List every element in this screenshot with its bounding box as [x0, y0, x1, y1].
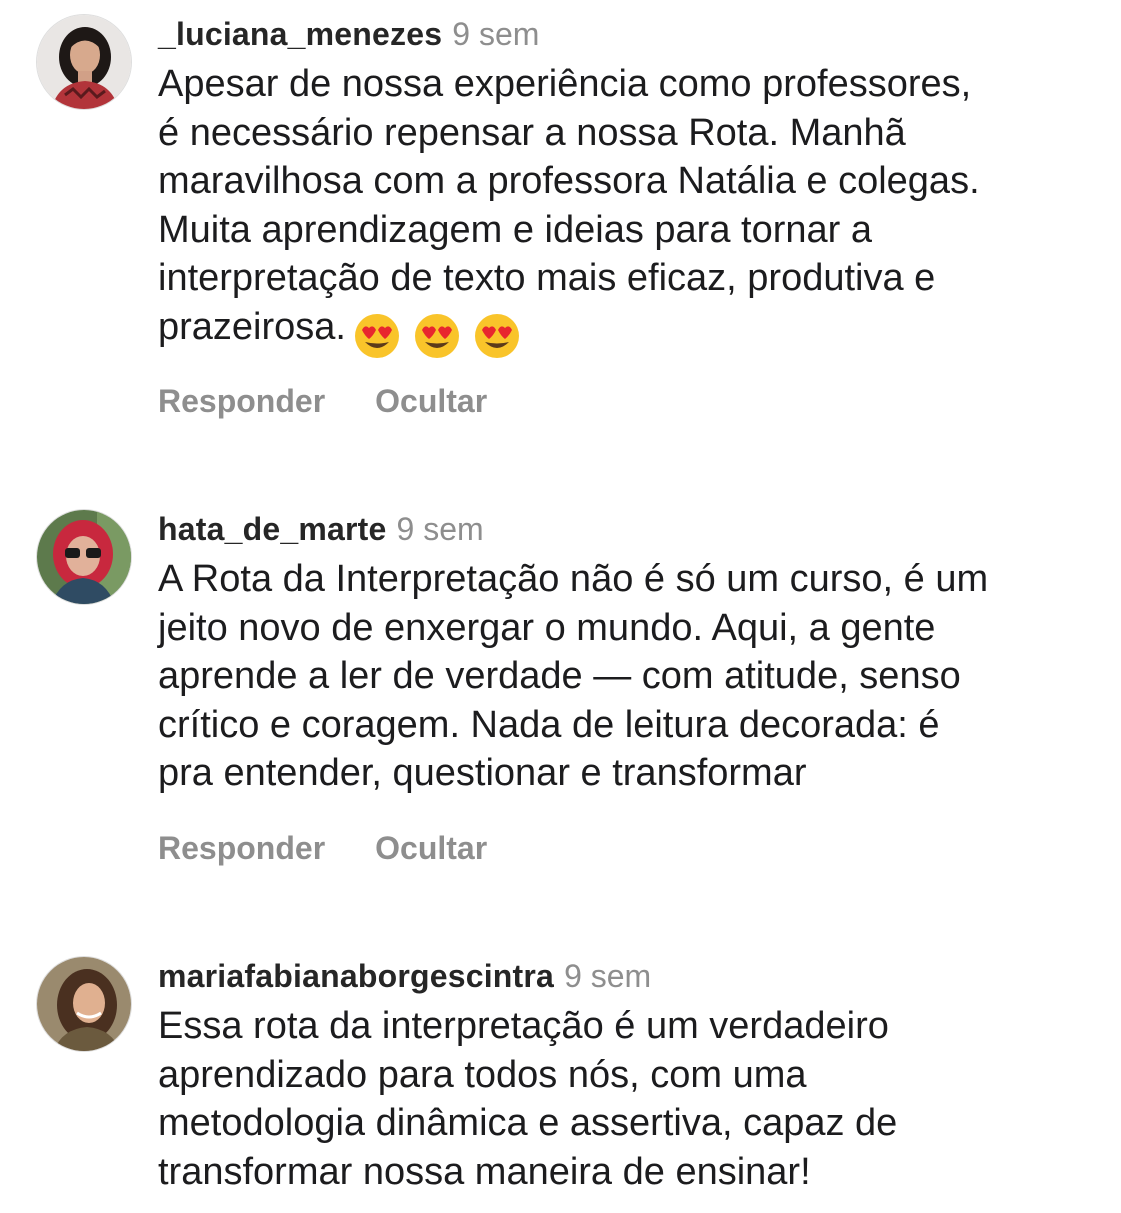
- comment-actions: Responder Ocultar: [158, 381, 537, 428]
- heart-eyes-emoji-icon: [474, 314, 519, 359]
- comment-header: mariafabianaborgescintra 9 sem: [158, 956, 651, 1003]
- timestamp: 9 sem: [396, 511, 484, 547]
- avatar[interactable]: [36, 956, 132, 1052]
- username[interactable]: hata_de_marte: [158, 511, 387, 547]
- comment-body: Essa rota da interpretação é um verdadei…: [158, 1005, 898, 1193]
- comment-header: _luciana_menezes 9 sem: [158, 14, 539, 61]
- heart-eyes-emoji-icon: [414, 314, 459, 359]
- comment-actions: Responder Ocultar: [158, 828, 537, 875]
- hide-button[interactable]: Ocultar: [375, 383, 487, 419]
- comment-text: Essa rota da interpretação é um verdadei…: [158, 1002, 1118, 1196]
- timestamp: 9 sem: [452, 16, 540, 52]
- avatar[interactable]: [36, 14, 132, 110]
- heart-eyes-emoji-icon: [354, 314, 399, 359]
- comment-body: A Rota da Interpretação não é só um curs…: [158, 558, 989, 794]
- comment-text: A Rota da Interpretação não é só um curs…: [158, 555, 1118, 798]
- emoji-group: [354, 311, 534, 360]
- reply-button[interactable]: Responder: [158, 383, 325, 419]
- comment-body: Apesar de nossa experiência como profess…: [158, 63, 980, 348]
- hide-button[interactable]: Ocultar: [375, 830, 487, 866]
- comment-text: Apesar de nossa experiência como profess…: [158, 60, 1118, 359]
- username[interactable]: mariafabianaborgescintra: [158, 958, 554, 994]
- avatar[interactable]: [36, 509, 132, 605]
- timestamp: 9 sem: [564, 958, 652, 994]
- username[interactable]: _luciana_menezes: [158, 16, 442, 52]
- reply-button[interactable]: Responder: [158, 830, 325, 866]
- comment-header: hata_de_marte 9 sem: [158, 509, 484, 556]
